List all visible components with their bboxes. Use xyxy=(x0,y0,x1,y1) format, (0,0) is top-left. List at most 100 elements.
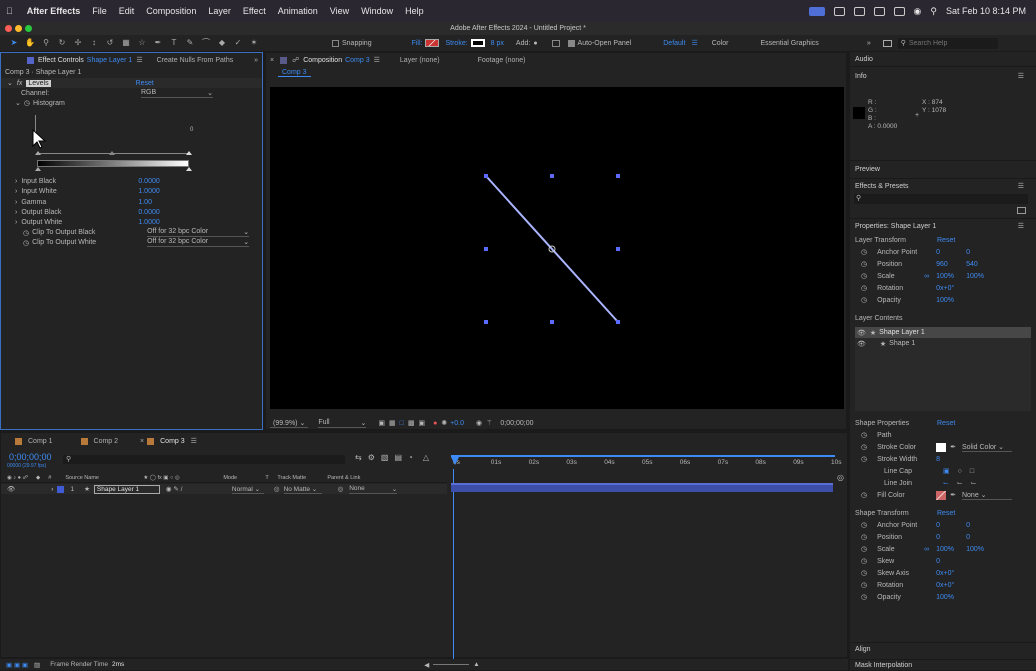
effects-presets-title[interactable]: Effects & Presets xyxy=(850,179,1036,194)
pan-tool-icon[interactable]: ✢ xyxy=(72,38,84,48)
auto-open-checkbox[interactable] xyxy=(567,39,575,47)
menu-file[interactable]: File xyxy=(86,6,113,16)
lt-value-2[interactable]: 540 xyxy=(966,261,978,268)
st-value-1[interactable]: 0 xyxy=(936,558,966,565)
tab-effect-layer[interactable]: Shape Layer 1 xyxy=(87,57,133,64)
stopwatch-icon[interactable]: ◷ xyxy=(861,296,867,304)
properties-menu-icon[interactable]: ☰ xyxy=(1018,222,1024,230)
shape-line[interactable] xyxy=(485,175,619,323)
expand-icon[interactable]: › xyxy=(15,178,17,185)
stopwatch-icon[interactable]: ◷ xyxy=(861,557,867,565)
more-workspaces-icon[interactable]: » xyxy=(867,40,871,47)
transform-handle[interactable] xyxy=(616,247,620,251)
tab-create-nulls[interactable]: Create Nulls From Paths xyxy=(157,57,234,64)
shape-layer-graphic[interactable] xyxy=(270,87,844,409)
expand-icon[interactable]: › xyxy=(15,219,17,226)
st-value-2[interactable]: 0 xyxy=(966,534,970,541)
menu-effect[interactable]: Effect xyxy=(237,6,272,16)
fill-color-swatch[interactable] xyxy=(936,490,947,500)
zoom-in-icon[interactable]: ▲ xyxy=(473,661,479,668)
transform-handle[interactable] xyxy=(484,174,488,178)
effects-menu-icon[interactable]: ☰ xyxy=(1018,182,1024,190)
close-tab-icon[interactable]: × xyxy=(140,438,144,445)
layer-switches-icon[interactable]: ◉ ✎ / xyxy=(166,485,232,493)
transparency-grid-icon[interactable]: ▦ xyxy=(389,419,396,427)
zoom-dropdown[interactable]: (99.9%) ⌄ xyxy=(270,419,309,428)
layer-transform-reset[interactable]: Reset xyxy=(937,237,955,244)
square-cap-icon[interactable]: □ xyxy=(970,468,974,475)
output-white-handle[interactable] xyxy=(186,166,192,171)
tab-menu-icon[interactable]: ☰ xyxy=(136,56,142,64)
tab-effect-controls[interactable]: Effect Controls xyxy=(38,57,84,64)
output-black-handle[interactable] xyxy=(35,166,41,171)
dolly-tool-icon[interactable]: ↕ xyxy=(88,38,100,48)
time-ruler[interactable]: 0s 01s 02s 03s 04s 05s 06s 07s 08s 09s 10s xyxy=(449,451,843,485)
rotate-tool-icon[interactable]: ↺ xyxy=(104,38,116,48)
histogram-display[interactable]: 0 xyxy=(1,109,262,173)
expand-icon[interactable]: › xyxy=(15,209,17,216)
draft-3d-icon[interactable]: ⚙ xyxy=(368,453,375,462)
panel-icon[interactable] xyxy=(551,39,560,47)
st-value-1[interactable]: 0x+0° xyxy=(936,570,966,577)
stroke-width-prop[interactable]: 8 xyxy=(936,456,940,463)
expand-chevron-icon[interactable]: › xyxy=(51,486,53,493)
brush-tool-icon[interactable]: ✎ xyxy=(184,38,196,48)
channel-dropdown[interactable]: RGB ⌄ xyxy=(141,89,213,98)
stopwatch-icon[interactable]: ◷ xyxy=(861,491,867,499)
col-parent[interactable]: Parent & Link xyxy=(327,475,360,481)
param-row-input-white[interactable]: › Input White 1.0000 xyxy=(1,187,262,197)
st-value-2[interactable]: 0 xyxy=(966,522,970,529)
close-window-icon[interactable] xyxy=(5,25,12,32)
stroke-swatch[interactable] xyxy=(470,39,485,47)
guides-icon[interactable]: ▣ xyxy=(418,419,425,427)
param-value[interactable]: 1.0000 xyxy=(138,188,159,195)
stopwatch-icon[interactable]: ◷ xyxy=(861,443,867,451)
tab-comp-name[interactable]: Comp 3 xyxy=(345,57,370,64)
toggle-icon[interactable]: ▨ xyxy=(34,661,40,669)
snapping-checkbox[interactable] xyxy=(332,39,339,47)
tab-menu-icon[interactable]: ☰ xyxy=(374,56,380,64)
snapshot-icon[interactable]: ◉ xyxy=(476,419,482,427)
param-value[interactable]: 0.0000 xyxy=(138,209,159,216)
screen-record-icon[interactable] xyxy=(808,6,825,16)
round-join-icon[interactable]: ⌙ xyxy=(957,479,963,487)
graph-editor-icon[interactable]: △ xyxy=(423,453,429,462)
fx-label[interactable]: fx xyxy=(17,80,22,87)
region-icon[interactable]: ▣ xyxy=(378,419,385,427)
tab-composition[interactable]: Composition xyxy=(303,57,342,64)
expand-icon[interactable]: › xyxy=(15,199,17,206)
col-mode[interactable]: Mode xyxy=(223,475,265,481)
panel-overflow-icon[interactable]: » xyxy=(254,57,262,64)
close-tab-icon[interactable]: × xyxy=(270,57,274,64)
effect-name[interactable]: Levels xyxy=(26,79,51,87)
fill-label[interactable]: Fill: xyxy=(412,40,423,47)
lt-value-2[interactable]: 100% xyxy=(966,273,984,280)
lt-value-1[interactable]: 100% xyxy=(936,297,966,304)
color-mgmt-icon[interactable]: ● xyxy=(433,420,437,427)
status-icon[interactable] xyxy=(833,6,845,16)
stopwatch-icon[interactable]: ◷ xyxy=(861,248,867,256)
stopwatch-icon[interactable]: ◷ xyxy=(861,593,867,601)
stopwatch-icon[interactable]: ◷ xyxy=(861,260,867,268)
menu-animation[interactable]: Animation xyxy=(272,6,324,16)
info-panel-title[interactable]: Info xyxy=(850,67,1036,86)
stopwatch-icon[interactable]: ◷ xyxy=(23,239,29,247)
viewer-timecode[interactable]: 0;00;00;00 xyxy=(500,420,533,427)
stopwatch-icon[interactable]: ◷ xyxy=(861,533,867,541)
expand-chevron-icon[interactable]: ⌄ xyxy=(7,79,13,87)
lt-value-1[interactable]: 100% xyxy=(936,273,966,280)
clip-black-dropdown[interactable]: Off for 32 bpc Color ⌄ xyxy=(147,228,250,238)
fill-type-dropdown[interactable]: None ⌄ xyxy=(961,491,1012,500)
workspace-panel-icon[interactable] xyxy=(882,39,892,47)
stroke-type-dropdown[interactable]: Solid Color ⌄ xyxy=(961,443,1012,452)
st-value-1[interactable]: 0 xyxy=(936,522,966,529)
minimize-window-icon[interactable] xyxy=(15,25,22,32)
menu-view[interactable]: View xyxy=(324,6,355,16)
menu-composition[interactable]: Composition xyxy=(140,6,202,16)
stroke-width-value[interactable]: 8 px xyxy=(491,40,504,47)
bevel-join-icon[interactable]: ⌙ xyxy=(971,479,977,487)
effects-search-input[interactable]: ⚲ xyxy=(854,194,1028,204)
st-value-2[interactable]: 100% xyxy=(966,546,984,553)
shy-icon[interactable]: ▧ xyxy=(381,453,389,462)
lt-value-1[interactable]: 960 xyxy=(936,261,966,268)
